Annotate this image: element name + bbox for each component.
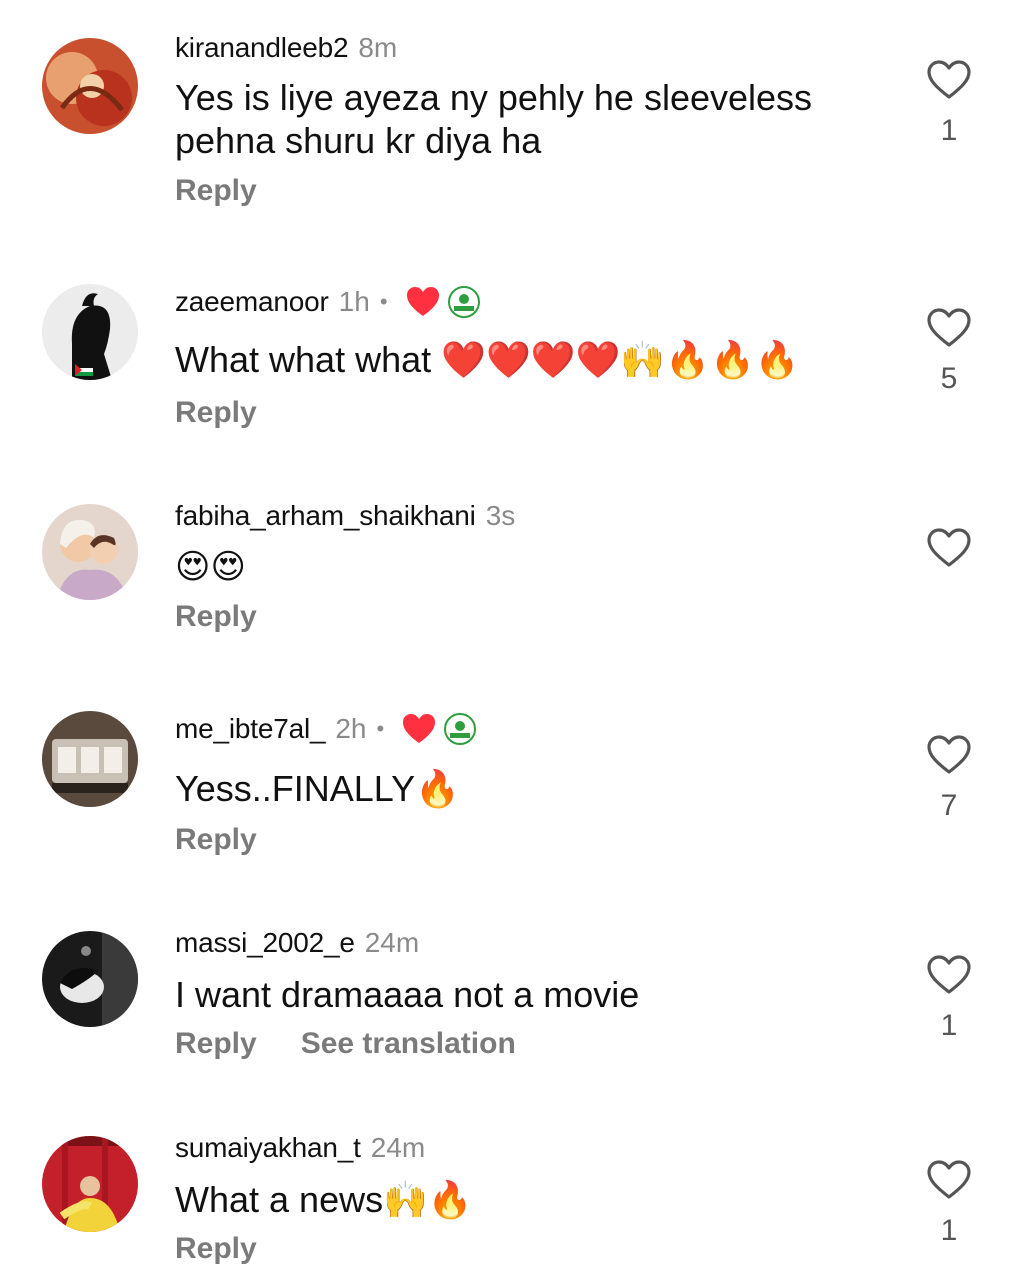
username[interactable]: zaeemanoor (175, 286, 329, 318)
like-count: 5 (940, 362, 958, 395)
comment-meta: me_ibte7al_ 2h • (175, 709, 477, 749)
like-button[interactable] (926, 528, 972, 568)
page-badge-icon (444, 713, 477, 745)
comment-actions: Reply (175, 1232, 257, 1266)
timestamp: 24m (364, 927, 420, 958)
comment-actions: Reply (175, 823, 257, 857)
reply-button[interactable]: Reply (175, 174, 257, 208)
comment-text: What a news🙌🔥 (175, 1179, 473, 1220)
timestamp: 1h (338, 286, 370, 317)
comment-text: 😍😍 (175, 547, 246, 587)
red-heart-icon (406, 286, 440, 318)
see-translation-button[interactable]: See translation (301, 1027, 516, 1061)
comment-text-line: Yes is liye ayeza ny pehly he sleeveless (175, 77, 813, 118)
avatar[interactable] (42, 38, 138, 134)
like-button[interactable] (926, 955, 972, 995)
reply-button[interactable]: Reply (175, 1232, 257, 1266)
like-count: 1 (940, 1009, 958, 1042)
avatar[interactable] (42, 931, 138, 1027)
comment-text: What what what ❤️❤️❤️❤️🙌🔥🔥🔥 (175, 339, 800, 380)
comment-actions: Reply See translation (175, 1027, 516, 1061)
avatar[interactable] (42, 284, 138, 380)
avatar[interactable] (42, 504, 138, 600)
heart-outline-icon (927, 308, 971, 347)
separator-dot: • (376, 716, 385, 741)
comment-text: Yes is liye ayeza ny pehly he sleeveless… (175, 76, 875, 162)
comment-actions: Reply (175, 174, 257, 208)
red-heart-icon (402, 713, 436, 745)
comment-meta: fabiha_arham_shaikhani 3s (175, 496, 515, 536)
comment-text: Yess..FINALLY🔥 (175, 768, 460, 809)
comment-actions: Reply (175, 600, 257, 634)
username[interactable]: kiranandleeb2 (175, 32, 349, 64)
timestamp: 8m (358, 32, 398, 63)
timestamp: 24m (370, 1132, 426, 1163)
heart-outline-icon (927, 955, 971, 994)
separator-dot: • (379, 289, 388, 314)
reply-button[interactable]: Reply (175, 823, 257, 857)
username[interactable]: massi_2002_e (175, 927, 355, 959)
comment-actions: Reply (175, 396, 257, 430)
comment-meta: massi_2002_e 24m (175, 923, 419, 963)
avatar[interactable] (42, 1136, 138, 1232)
reply-button[interactable]: Reply (175, 600, 257, 634)
username[interactable]: fabiha_arham_shaikhani (175, 500, 476, 532)
heart-outline-icon (927, 735, 971, 774)
username[interactable]: me_ibte7al_ (175, 713, 326, 745)
reply-button[interactable]: Reply (175, 396, 257, 430)
timestamp: 2h (335, 713, 367, 744)
heart-outline-icon (927, 60, 971, 99)
comment-text-line: pehna shuru kr diya ha (175, 120, 542, 161)
comment-meta: zaeemanoor 1h • (175, 282, 480, 322)
avatar[interactable] (42, 711, 138, 807)
comment-text: I want dramaaaa not a movie (175, 974, 640, 1015)
page-badge-icon (447, 286, 480, 318)
comment-meta: kiranandleeb2 8m (175, 28, 397, 68)
heart-outline-icon (927, 1160, 971, 1199)
username[interactable]: sumaiyakhan_t (175, 1132, 361, 1164)
like-count: 1 (940, 114, 958, 147)
like-count: 1 (940, 1214, 958, 1247)
like-button[interactable] (926, 308, 972, 348)
timestamp: 3s (485, 500, 516, 531)
like-button[interactable] (926, 735, 972, 775)
heart-outline-icon (927, 528, 971, 567)
like-count: 7 (940, 789, 958, 822)
comment-meta: sumaiyakhan_t 24m (175, 1128, 425, 1168)
reply-button[interactable]: Reply (175, 1027, 257, 1061)
like-button[interactable] (926, 1160, 972, 1200)
like-button[interactable] (926, 60, 972, 100)
